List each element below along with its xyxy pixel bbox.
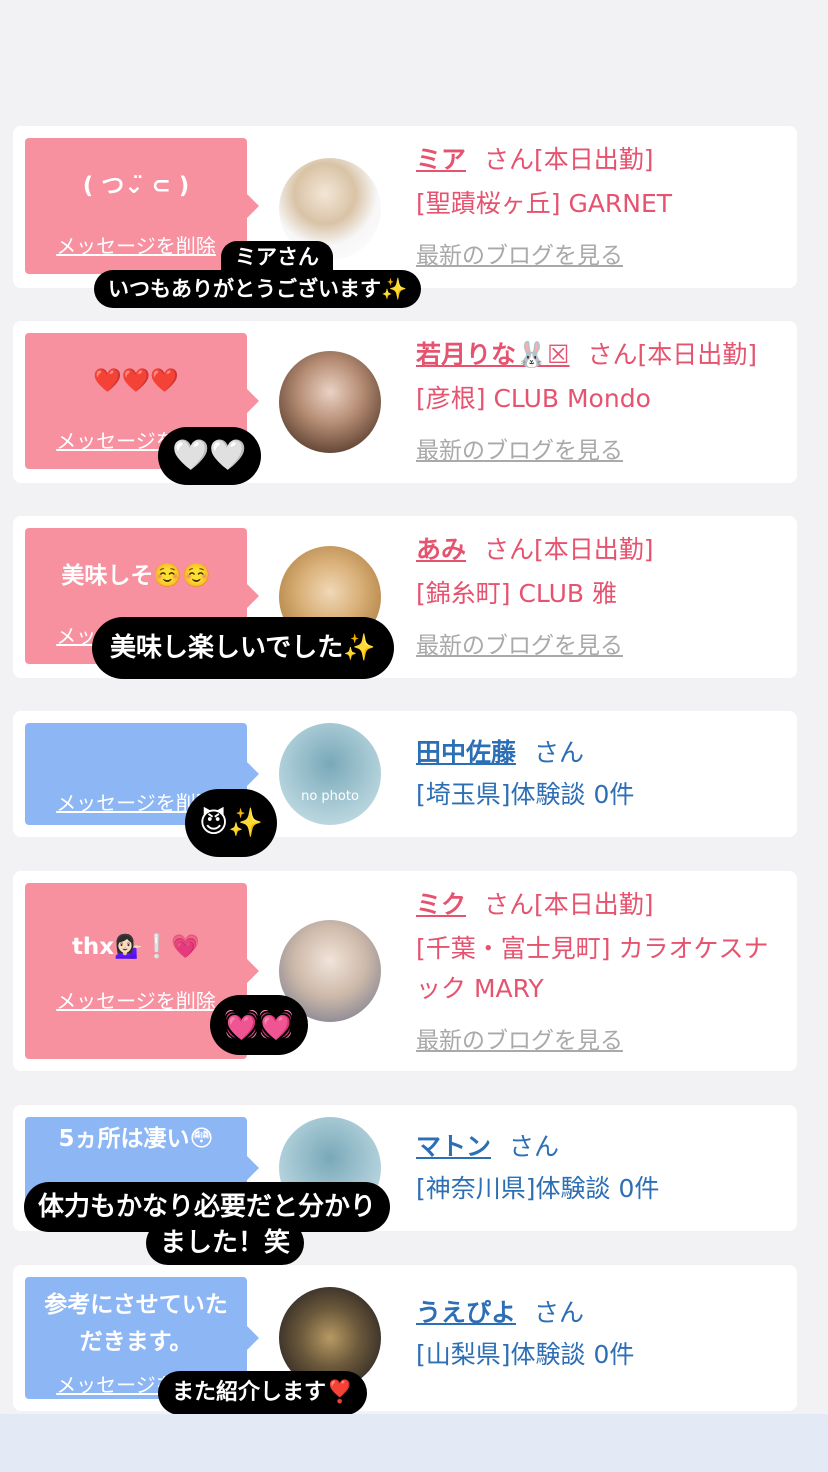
- region-reviews[interactable]: [神奈川県]体験談 0件: [416, 1169, 787, 1209]
- story-caption-line2: ました！笑: [160, 1228, 291, 1258]
- user-name-link[interactable]: マトン: [416, 1132, 491, 1161]
- shop-name[interactable]: [彦根] CLUB Mondo: [416, 379, 787, 419]
- story-caption: 美味し楽しいでした✨: [92, 617, 394, 679]
- message-bubble: ( つ⌄̈ ⊂ ) メッセージを削除: [25, 138, 259, 274]
- user-name-link[interactable]: 若月りな🐰☒: [416, 340, 570, 369]
- story-caption-text: 美味し楽しいでした✨: [110, 633, 376, 663]
- story-caption-text: 🤍🤍: [172, 438, 247, 473]
- shop-name[interactable]: [錦糸町] CLUB 雅: [416, 574, 787, 614]
- user-status: さん[本日出勤]: [484, 535, 654, 564]
- story-caption-text: また紹介します❣️: [172, 1380, 354, 1405]
- avatar-placeholder[interactable]: no photo: [279, 723, 381, 825]
- story-caption: また紹介します❣️: [158, 1371, 368, 1415]
- user-name-link[interactable]: ミク: [416, 890, 466, 919]
- delete-message-link[interactable]: メッセージを削除: [25, 230, 247, 259]
- shop-name[interactable]: [千葉・富士見町] カラオケスナック MARY: [416, 929, 776, 1009]
- user-info: 田中佐藤 さん [埼玉県]体験談 0件: [416, 733, 787, 815]
- user-info: 若月りな🐰☒ さん[本日出勤] [彦根] CLUB Mondo 最新のブログを見る: [416, 335, 787, 471]
- user-name-link[interactable]: うえぴよ: [416, 1298, 516, 1327]
- message-text: thx💁🏻‍♀️❕💗: [71, 934, 201, 960]
- user-info: あみ さん[本日出勤] [錦糸町] CLUB 雅 最新のブログを見る: [416, 530, 787, 666]
- story-caption-line1: 体力もかなり必要だと分かり: [38, 1192, 377, 1222]
- user-suffix: さん: [534, 738, 585, 767]
- blog-link[interactable]: 最新のブログを見る: [416, 431, 787, 471]
- user-info: ミア さん[本日出勤] [聖蹟桜ヶ丘] GARNET 最新のブログを見る: [416, 140, 787, 276]
- story-caption-line2: いつもありがとうございます✨: [108, 277, 408, 301]
- user-info: マトン さん [神奈川県]体験談 0件: [416, 1127, 787, 1209]
- user-name-link[interactable]: 田中佐藤: [416, 738, 516, 767]
- user-name-link[interactable]: あみ: [416, 535, 466, 564]
- message-card: 参考にさせていただきます。 メッセージを削除 うえぴよ さん [山梨県]体験談 0…: [13, 1265, 797, 1411]
- region-reviews[interactable]: [山梨県]体験談 0件: [416, 1335, 787, 1375]
- message-text: 美味しそ☺️☺️: [61, 563, 211, 589]
- user-status: さん[本日出勤]: [587, 340, 758, 369]
- message-text: 参考にさせていただきます。: [44, 1292, 228, 1355]
- user-suffix: さん: [534, 1298, 585, 1327]
- region-reviews[interactable]: [埼玉県]体験談 0件: [416, 775, 787, 815]
- message-card: thx💁🏻‍♀️❕💗 メッセージを削除 ミク さん[本日出勤] [千葉・富士見町]…: [13, 871, 797, 1071]
- story-caption-text: 😈✨: [199, 806, 264, 839]
- shop-name[interactable]: [聖蹟桜ヶ丘] GARNET: [416, 184, 787, 224]
- user-info: うえぴよ さん [山梨県]体験談 0件: [416, 1293, 787, 1375]
- blog-link[interactable]: 最新のブログを見る: [416, 626, 787, 666]
- user-status: さん[本日出勤]: [484, 890, 654, 919]
- no-photo-text: no photo: [301, 789, 359, 804]
- story-caption: 🤍🤍: [158, 427, 261, 485]
- story-caption-text: 💓💓: [224, 1008, 294, 1041]
- message-text: ( つ⌄̈ ⊂ ): [82, 173, 190, 199]
- message-card: メッセージを削除 no photo 田中佐藤 さん [埼玉県]体験談 0件: [13, 711, 797, 837]
- message-card: ❤️❤️❤️ メッセージを削除 若月りな🐰☒ さん[本日出勤] [彦根] CLUB…: [13, 321, 797, 483]
- story-caption: ミアさん: [221, 241, 333, 273]
- message-card: ( つ⌄̈ ⊂ ) メッセージを削除 ミア さん[本日出勤] [聖蹟桜ヶ丘] GA…: [13, 126, 797, 288]
- story-caption: 😈✨: [185, 789, 278, 857]
- user-info: ミク さん[本日出勤] [千葉・富士見町] カラオケスナック MARY 最新のブロ…: [416, 885, 787, 1061]
- avatar[interactable]: [279, 351, 381, 453]
- blog-link[interactable]: 最新のブログを見る: [416, 1021, 787, 1061]
- story-caption-line1: ミアさん: [235, 245, 319, 269]
- message-text: 5ヵ所は凄い😳: [58, 1126, 214, 1152]
- message-text: ❤️❤️❤️: [93, 368, 179, 394]
- user-status: さん[本日出勤]: [484, 145, 654, 174]
- bottom-bar: [0, 1414, 828, 1472]
- user-name-link[interactable]: ミア: [416, 145, 466, 174]
- blog-link[interactable]: 最新のブログを見る: [416, 236, 787, 276]
- story-caption: 💓💓: [210, 995, 308, 1055]
- story-caption: ました！笑: [146, 1221, 305, 1265]
- story-caption: いつもありがとうございます✨: [94, 270, 422, 308]
- user-suffix: さん: [509, 1132, 560, 1161]
